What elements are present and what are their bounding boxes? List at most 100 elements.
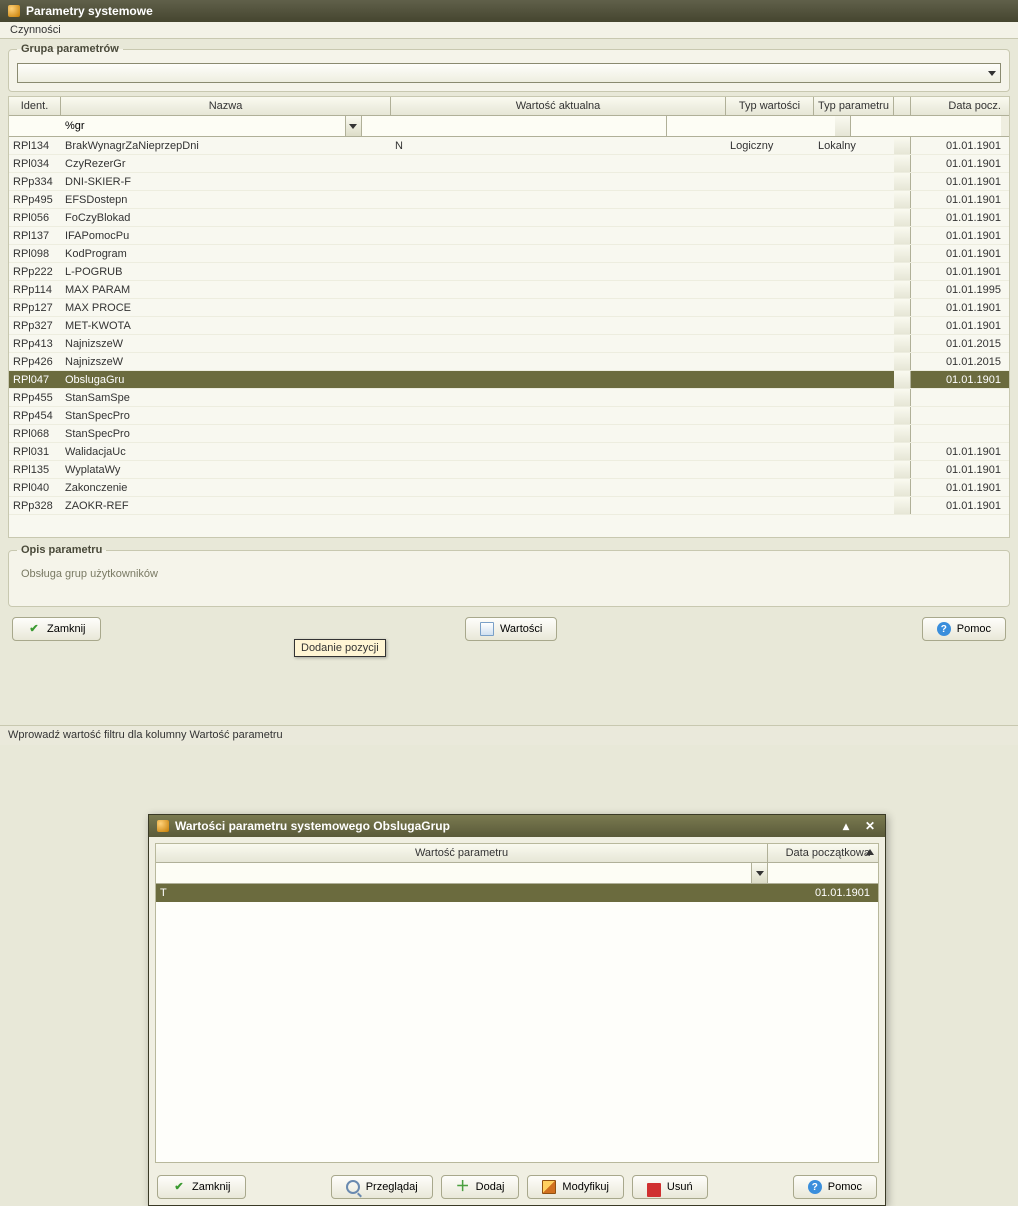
chevron-down-icon — [349, 124, 357, 129]
cell — [726, 425, 814, 442]
table-row[interactable]: RPp454StanSpecPro — [9, 407, 1009, 425]
group-parameters-combo[interactable] — [17, 63, 1001, 83]
cell — [391, 461, 726, 478]
table-row[interactable]: RPp127MAX PROCE01.01.1901 — [9, 299, 1009, 317]
cell — [391, 317, 726, 334]
cell: RPl031 — [9, 443, 61, 460]
cell — [894, 191, 911, 208]
col-wartosc[interactable]: Wartość aktualna — [391, 97, 726, 115]
col-data[interactable]: Data pocz. — [911, 97, 1009, 115]
cell — [726, 173, 814, 190]
filter-wartosc-input[interactable] — [362, 116, 666, 136]
cell — [894, 371, 911, 388]
help-icon: ? — [937, 622, 951, 636]
plus-icon: ＋ — [456, 1180, 470, 1194]
cell — [814, 425, 894, 442]
cell — [894, 173, 911, 190]
table-row[interactable]: RPl068StanSpecPro — [9, 425, 1009, 443]
przegladaj-button[interactable]: Przeglądaj — [331, 1175, 433, 1199]
table-row[interactable]: RPl034CzyRezerGr01.01.1901 — [9, 155, 1009, 173]
table-row[interactable]: RPl134BrakWynagrZaNieprzepDniNLogicznyLo… — [9, 137, 1009, 155]
filter-typw — [667, 116, 755, 136]
table-row[interactable]: T01.01.1901 — [156, 884, 878, 902]
modal-grid-body[interactable]: T01.01.1901 — [156, 884, 878, 1162]
close-button[interactable]: ✕ — [863, 819, 877, 833]
col-typ-parametru[interactable]: Typ parametru — [814, 97, 894, 115]
modal-pomoc-button[interactable]: ? Pomoc — [793, 1175, 877, 1199]
check-icon: ✔ — [172, 1180, 186, 1194]
table-row[interactable]: RPp455StanSamSpe — [9, 389, 1009, 407]
col-ident[interactable]: Ident. — [9, 97, 61, 115]
col-nazwa[interactable]: Nazwa — [61, 97, 391, 115]
grid-header-row: Ident. Nazwa Wartość aktualna Typ wartoś… — [9, 97, 1009, 116]
cell: RPl056 — [9, 209, 61, 226]
modal-filter-data-input[interactable] — [768, 863, 879, 883]
cell — [726, 155, 814, 172]
table-row[interactable]: RPl098KodProgram 01.01.1901 — [9, 245, 1009, 263]
table-row[interactable]: RPp495EFSDostepn01.01.1901 — [9, 191, 1009, 209]
cell — [391, 335, 726, 352]
cell — [391, 173, 726, 190]
cell: CzyRezerGr — [61, 155, 391, 172]
window-title: Parametry systemowe — [26, 4, 153, 18]
modal-grid-headers: Wartość parametru Data początkowa — [156, 844, 878, 863]
cell: WyplataWy — [61, 461, 391, 478]
cell — [391, 245, 726, 262]
cell — [814, 155, 894, 172]
cell: RPp327 — [9, 317, 61, 334]
cell: RPp413 — [9, 335, 61, 352]
cell — [894, 461, 911, 478]
minus-icon — [647, 1183, 661, 1197]
cell — [391, 299, 726, 316]
table-row[interactable]: RPp426NajnizszeW01.01.2015 — [9, 353, 1009, 371]
table-row[interactable]: RPl137IFAPomocPu01.01.1901 — [9, 227, 1009, 245]
cell: RPp455 — [9, 389, 61, 406]
table-row[interactable]: RPp334DNI-SKIER-F01.01.1901 — [9, 173, 1009, 191]
table-row[interactable]: RPp413NajnizszeW01.01.2015 — [9, 335, 1009, 353]
table-row[interactable]: RPl056FoCzyBlokad01.01.1901 — [9, 209, 1009, 227]
cell: RPl098 — [9, 245, 61, 262]
cell: 01.01.1901 — [911, 227, 1009, 244]
cell — [894, 299, 911, 316]
modal-zamknij-button[interactable]: ✔ Zamknij — [157, 1175, 246, 1199]
table-row[interactable]: RPp328ZAOKR-REF01.01.1901 — [9, 497, 1009, 515]
modal-grid-filters — [156, 863, 878, 884]
modyfikuj-button[interactable]: Modyfikuj — [527, 1175, 623, 1199]
pomoc-button[interactable]: ? Pomoc — [922, 617, 1006, 641]
modal-col-wartosc[interactable]: Wartość parametru — [156, 844, 768, 862]
cell — [894, 209, 911, 226]
table-row[interactable]: RPp222L-POGRUB01.01.1901 — [9, 263, 1009, 281]
menu-czynnosci[interactable]: Czynności — [10, 24, 61, 36]
cell: RPp127 — [9, 299, 61, 316]
cell: 01.01.1901 — [911, 245, 1009, 262]
filter-nazwa-input[interactable] — [61, 116, 345, 136]
grid-body[interactable]: RPl134BrakWynagrZaNieprzepDniNLogicznyLo… — [9, 137, 1009, 537]
cell — [814, 173, 894, 190]
maximize-button[interactable]: ▴ — [839, 819, 853, 833]
filter-data-input[interactable] — [851, 116, 1001, 136]
cell — [814, 335, 894, 352]
cell: RPp334 — [9, 173, 61, 190]
dodaj-button[interactable]: ＋ Dodaj — [441, 1175, 520, 1199]
modal-filter-wartosc-dd[interactable] — [751, 863, 767, 883]
col-typ-wartosci[interactable]: Typ wartości — [726, 97, 814, 115]
cell — [391, 191, 726, 208]
modal-filter-wartosc-input[interactable] — [156, 863, 751, 883]
table-row[interactable]: RPl040Zakonczenie01.01.1901 — [9, 479, 1009, 497]
zamknij-button[interactable]: ✔ Zamknij — [12, 617, 101, 641]
filter-nazwa-dd[interactable] — [345, 116, 361, 136]
wartosci-button[interactable]: Wartości — [465, 617, 557, 641]
cell — [391, 281, 726, 298]
table-row[interactable]: RPp327MET-KWOTA01.01.1901 — [9, 317, 1009, 335]
cell: KodProgram — [61, 245, 391, 262]
modal-col-data[interactable]: Data początkowa — [768, 844, 878, 862]
cell — [726, 227, 814, 244]
table-row[interactable]: RPp114MAX PARAM01.01.1995 — [9, 281, 1009, 299]
table-row[interactable]: RPl135WyplataWy01.01.1901 — [9, 461, 1009, 479]
filter-ident — [9, 116, 61, 136]
cell: NajnizszeW — [61, 335, 391, 352]
table-row[interactable]: RPl047ObslugaGru01.01.1901 — [9, 371, 1009, 389]
cell — [814, 191, 894, 208]
table-row[interactable]: RPl031WalidacjaUc01.01.1901 — [9, 443, 1009, 461]
usun-button[interactable]: Usuń — [632, 1175, 708, 1199]
